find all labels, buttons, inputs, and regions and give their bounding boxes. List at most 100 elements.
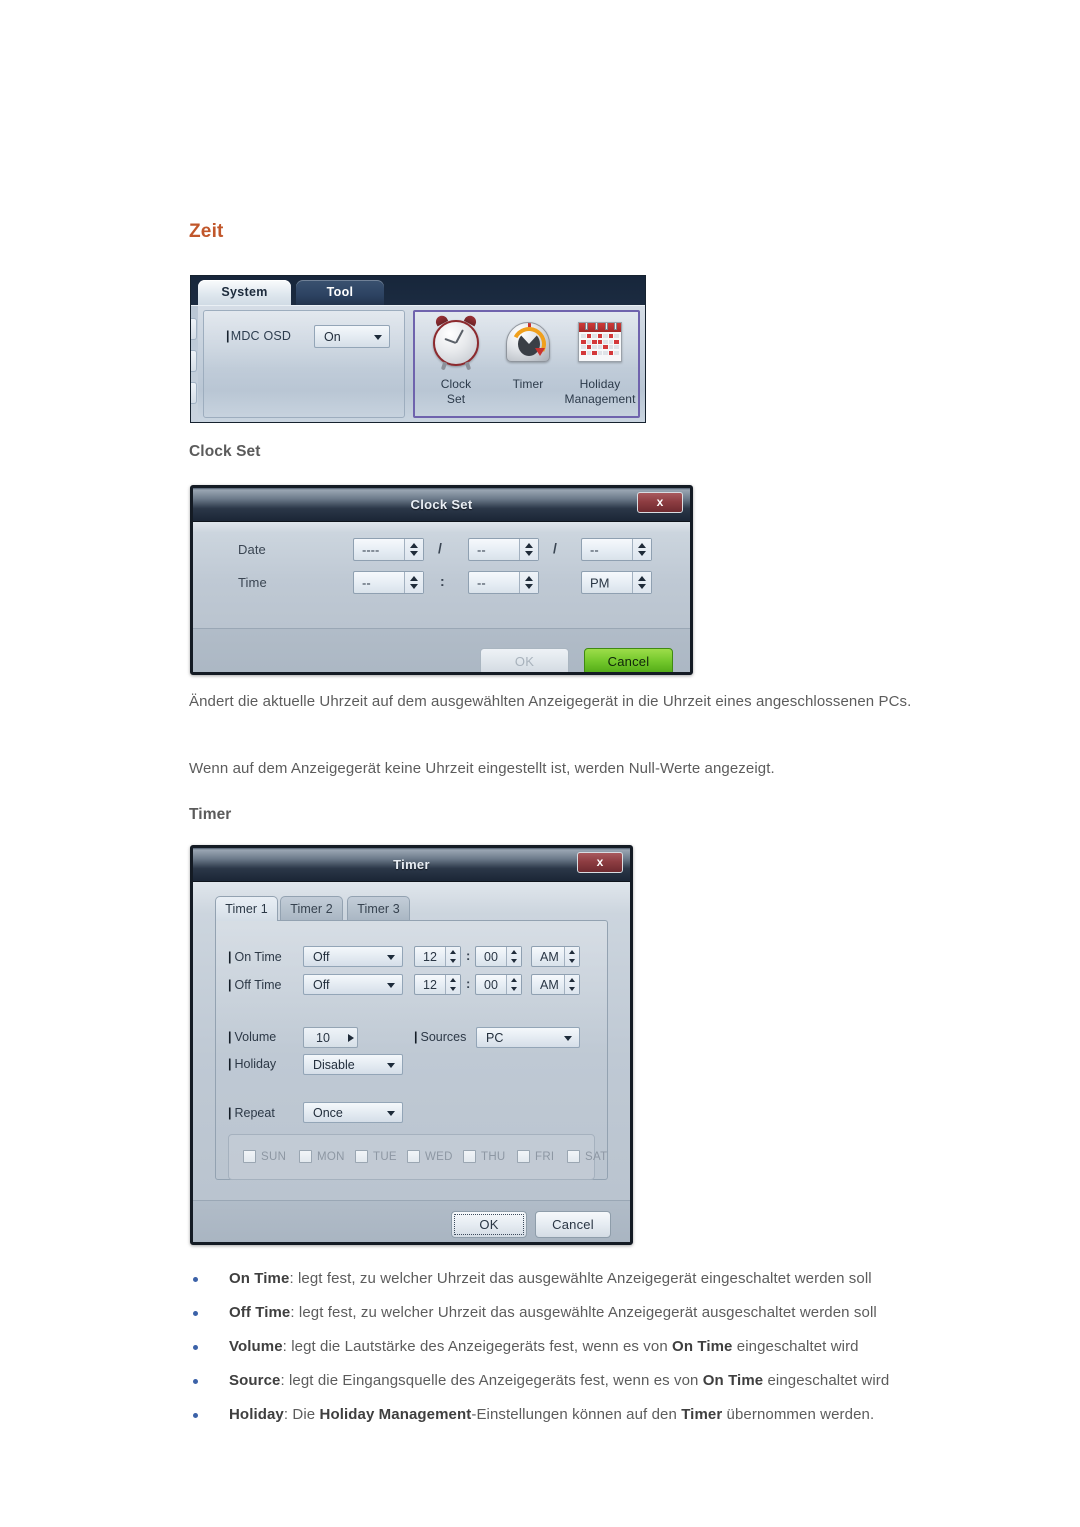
spinner-arrows-icon[interactable] bbox=[506, 947, 521, 966]
ribbon-group-time: Clock Set Timer Holiday Management bbox=[413, 310, 640, 418]
date-day-value: -- bbox=[590, 542, 599, 557]
off-time-mode-select[interactable]: Off bbox=[303, 974, 403, 995]
repeat-select[interactable]: Once bbox=[303, 1102, 403, 1123]
ribbon-button-timer[interactable]: Timer bbox=[493, 318, 563, 392]
off-time-minute-spinner[interactable]: 00 bbox=[475, 974, 522, 995]
on-time-meridiem-spinner[interactable]: AM bbox=[531, 946, 580, 967]
page-title: Zeit bbox=[189, 221, 224, 242]
checkbox-icon[interactable] bbox=[463, 1150, 476, 1163]
off-time-meridiem-spinner[interactable]: AM bbox=[531, 974, 580, 995]
ribbon-button-clock-set[interactable]: Clock Set bbox=[421, 313, 491, 407]
tab-timer-1[interactable]: Timer 1 bbox=[215, 896, 278, 921]
weekday-checkbox-group: SUN MON TUE WED THU FRI SAT bbox=[228, 1134, 607, 1180]
desc-on-time: : legt fest, zu welcher Uhrzeit das ausg… bbox=[289, 1270, 872, 1287]
spinner-arrows-icon[interactable] bbox=[632, 539, 651, 560]
term-off-time: Off Time bbox=[229, 1304, 291, 1321]
ribbon-tab-tool[interactable]: Tool bbox=[296, 280, 384, 306]
checkbox-icon[interactable] bbox=[299, 1150, 312, 1163]
desc-holiday-mid2: -Einstellungen können auf den bbox=[471, 1406, 682, 1423]
mdc-osd-value: On bbox=[324, 329, 341, 344]
checkbox-icon[interactable] bbox=[517, 1150, 530, 1163]
on-time-mode-select[interactable]: Off bbox=[303, 946, 403, 967]
timer-tab-pane: | On Time Off 12 : 00 AM | Off Time Off … bbox=[215, 920, 608, 1180]
weekday-checkbox-mon[interactable]: MON bbox=[299, 1150, 345, 1163]
off-time-minute-value: 00 bbox=[484, 977, 498, 992]
spinner-arrows-icon[interactable] bbox=[564, 975, 579, 994]
spinner-arrows-icon[interactable] bbox=[445, 975, 460, 994]
spinner-arrows-icon[interactable] bbox=[519, 539, 538, 560]
time-label: Time bbox=[238, 575, 267, 590]
weekday-label-sun: SUN bbox=[261, 1150, 287, 1163]
checkbox-icon[interactable] bbox=[355, 1150, 368, 1163]
checkbox-icon[interactable] bbox=[243, 1150, 256, 1163]
off-time-meridiem-value: AM bbox=[540, 977, 559, 992]
timer-titlebar: Timer x bbox=[193, 848, 630, 882]
weekday-label-sat: SAT bbox=[585, 1150, 608, 1163]
holiday-value: Disable bbox=[313, 1057, 355, 1072]
timer-ok-button[interactable]: OK bbox=[451, 1211, 527, 1238]
timer-dialog: Timer x Timer 1 Timer 2 Timer 3 | On Time… bbox=[190, 845, 633, 1245]
term-holiday-timer: Timer bbox=[681, 1406, 723, 1423]
spinner-arrows-icon[interactable] bbox=[445, 947, 460, 966]
time-meridiem-spinner[interactable]: PM bbox=[581, 571, 652, 594]
spinner-arrows-icon[interactable] bbox=[404, 572, 423, 593]
tab-timer-2[interactable]: Timer 2 bbox=[280, 896, 343, 921]
date-month-value: -- bbox=[477, 542, 486, 557]
off-time-hour-spinner[interactable]: 12 bbox=[414, 974, 461, 995]
repeat-label: | Repeat bbox=[228, 1106, 275, 1120]
spinner-arrows-icon[interactable] bbox=[632, 572, 651, 593]
checkbox-icon[interactable] bbox=[567, 1150, 580, 1163]
on-time-label: | On Time bbox=[228, 950, 282, 964]
time-hour-spinner[interactable]: -- bbox=[353, 571, 424, 594]
weekday-checkbox-sat[interactable]: SAT bbox=[567, 1150, 607, 1163]
date-month-spinner[interactable]: -- bbox=[468, 538, 539, 561]
weekday-checkbox-tue[interactable]: TUE bbox=[355, 1150, 397, 1163]
chevron-down-icon bbox=[374, 334, 382, 340]
close-icon[interactable]: x bbox=[577, 852, 623, 873]
time-minute-spinner[interactable]: -- bbox=[468, 571, 539, 594]
mdc-osd-select[interactable]: On bbox=[314, 325, 390, 348]
term-volume-ontime: On Time bbox=[672, 1338, 733, 1355]
volume-stepper[interactable]: 10 bbox=[303, 1027, 358, 1048]
spinner-arrows-icon[interactable] bbox=[564, 947, 579, 966]
spinner-arrows-icon[interactable] bbox=[519, 572, 538, 593]
date-day-spinner[interactable]: -- bbox=[581, 538, 652, 561]
clock-set-cancel-button[interactable]: Cancel bbox=[584, 648, 673, 672]
bullet-icon bbox=[193, 1345, 198, 1350]
weekday-checkbox-fri[interactable]: FRI bbox=[517, 1150, 554, 1163]
weekday-checkbox-wed[interactable]: WED bbox=[407, 1150, 453, 1163]
time-hour-value: -- bbox=[362, 575, 371, 590]
tab-timer-3[interactable]: Timer 3 bbox=[347, 896, 410, 921]
close-icon[interactable]: x bbox=[637, 492, 683, 513]
time-separator: : bbox=[440, 573, 445, 589]
off-time-label: | Off Time bbox=[228, 978, 282, 992]
checkbox-icon[interactable] bbox=[407, 1150, 420, 1163]
weekday-checkbox-sun[interactable]: SUN bbox=[243, 1150, 286, 1163]
ribbon-button-holiday-management[interactable]: Holiday Management bbox=[561, 318, 639, 407]
ribbon-tab-system[interactable]: System bbox=[198, 280, 291, 306]
date-year-spinner[interactable]: ---- bbox=[353, 538, 424, 561]
spinner-arrows-icon[interactable] bbox=[404, 539, 423, 560]
sources-value: PC bbox=[486, 1030, 504, 1045]
timer-label-line1: Timer bbox=[512, 377, 544, 391]
mdc-ribbon-screenshot: System Tool |MDC OSD On Clock Set Timer … bbox=[190, 275, 646, 423]
sources-select[interactable]: PC bbox=[476, 1027, 580, 1048]
bullet-icon bbox=[193, 1311, 198, 1316]
chevron-right-icon[interactable] bbox=[348, 1033, 354, 1042]
spinner-arrows-icon[interactable] bbox=[506, 975, 521, 994]
sources-label: | Sources bbox=[414, 1030, 467, 1044]
mdc-osd-label: |MDC OSD bbox=[226, 329, 292, 343]
on-time-minute-value: 00 bbox=[484, 949, 498, 964]
volume-value: 10 bbox=[316, 1030, 330, 1045]
on-time-hour-spinner[interactable]: 12 bbox=[414, 946, 461, 967]
clock-set-ok-button[interactable]: OK bbox=[480, 648, 569, 672]
time-minute-value: -- bbox=[477, 575, 486, 590]
holiday-select[interactable]: Disable bbox=[303, 1054, 403, 1075]
timer-cancel-button[interactable]: Cancel bbox=[535, 1211, 611, 1238]
term-on-time: On Time bbox=[229, 1270, 290, 1287]
on-time-minute-spinner[interactable]: 00 bbox=[475, 946, 522, 967]
desc-holiday-mid: : Die bbox=[283, 1406, 320, 1423]
term-source-ontime: On Time bbox=[702, 1372, 764, 1389]
weekday-checkbox-thu[interactable]: THU bbox=[463, 1150, 506, 1163]
desc-volume-tail: eingeschaltet wird bbox=[732, 1338, 859, 1355]
